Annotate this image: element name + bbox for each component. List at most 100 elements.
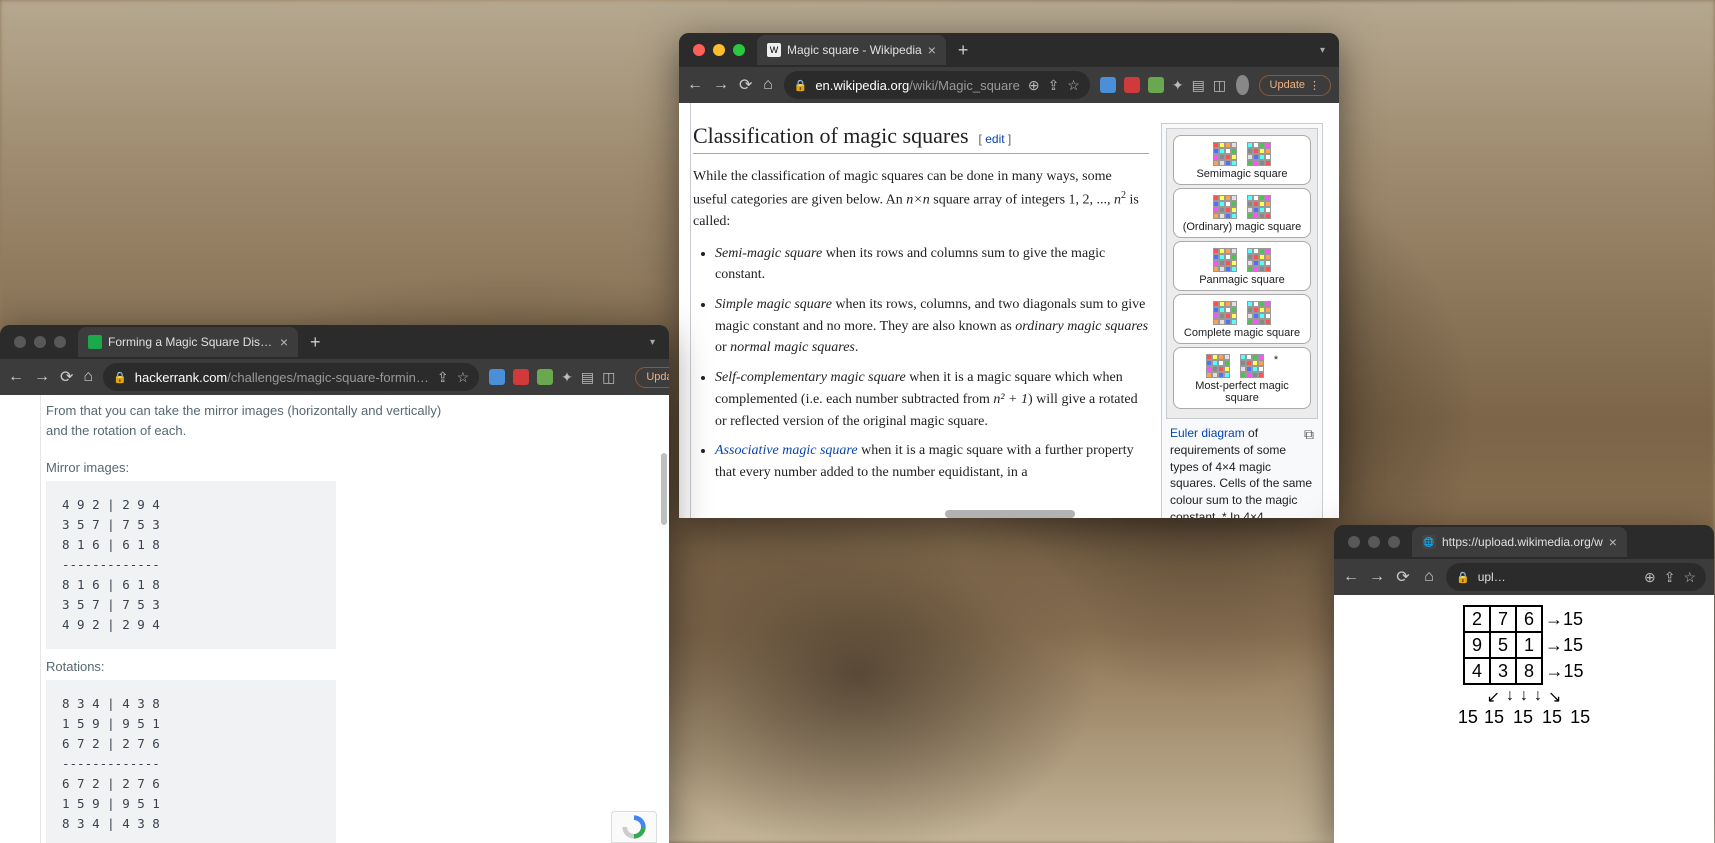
column-sums: 15 15 15 15 15 — [1458, 707, 1590, 728]
extension-icons: ✦ ▤ ◫ — [489, 369, 615, 386]
address-bar[interactable]: 🔒 en.wikipedia.org/wiki/Magic_square ⊕ ⇪… — [784, 71, 1090, 99]
address-bar[interactable]: 🔒 upl… ⊕ ⇪ ☆ — [1446, 563, 1706, 591]
bookmark-icon[interactable]: ☆ — [457, 369, 470, 386]
arrow-row: ↙↓↓↓↘ — [1487, 687, 1562, 707]
lock-icon: 🔒 — [113, 371, 127, 384]
tab-close-button[interactable]: × — [280, 334, 288, 350]
reading-list-icon[interactable]: ▤ — [1192, 77, 1205, 94]
euler-thumbnail[interactable]: Semimagic square (Ordinary) magic square… — [1161, 123, 1323, 518]
tab-overflow-button[interactable]: ▾ — [1314, 45, 1331, 56]
home-button[interactable]: ⌂ — [83, 368, 93, 386]
forward-button[interactable]: → — [34, 368, 50, 386]
extension-icon[interactable] — [537, 369, 553, 385]
update-button[interactable]: Update⋮ — [1259, 75, 1331, 96]
tab-title: Magic square - Wikipedia — [787, 43, 922, 57]
side-panel-icon[interactable]: ◫ — [1213, 77, 1226, 94]
thumbnail-panel: Semimagic square (Ordinary) magic square… — [1161, 123, 1323, 518]
favicon-globe-icon: 🌐 — [1422, 535, 1436, 549]
address-bar[interactable]: 🔒 hackerrank.com/challenges/magic-square… — [103, 363, 479, 391]
traffic-lights — [8, 336, 72, 348]
image-content: 276 →15 951 →15 438 →15 ↙↓↓↓↘ 15 15 15 — [1334, 595, 1714, 843]
bookmark-icon[interactable]: ☆ — [1683, 569, 1696, 586]
extension-icon[interactable] — [1124, 77, 1140, 93]
window-minimize-button[interactable] — [1368, 536, 1380, 548]
extension-icon[interactable] — [1100, 77, 1116, 93]
window-minimize-button[interactable] — [713, 44, 725, 56]
section-heading: Classification of magic squares [ edit ] — [693, 123, 1149, 154]
share-icon[interactable]: ⇪ — [1664, 569, 1676, 586]
favicon-hackerrank-icon — [88, 335, 102, 349]
traffic-lights — [1342, 536, 1406, 548]
mirror-label: Mirror images: — [46, 460, 655, 475]
lock-icon: 🔒 — [794, 79, 808, 92]
lock-icon: 🔒 — [1456, 571, 1470, 584]
tab-close-button[interactable]: × — [1609, 534, 1617, 550]
window-maximize-button[interactable] — [733, 44, 745, 56]
magic-square-table: 276 →15 951 →15 438 →15 — [1463, 605, 1585, 685]
window-close-button[interactable] — [1348, 536, 1360, 548]
window-maximize-button[interactable] — [1388, 536, 1400, 548]
edit-link[interactable]: edit — [985, 132, 1004, 146]
forward-button[interactable]: → — [1368, 568, 1386, 586]
rotations-code-block: 8 3 4 | 4 3 8 1 5 9 | 9 5 1 6 7 2 | 2 7 … — [46, 680, 336, 843]
classification-list: Semi-magic square when its rows and colu… — [693, 243, 1149, 484]
new-tab-button[interactable]: + — [952, 40, 975, 61]
list-item: Semi-magic square when its rows and colu… — [715, 243, 1149, 286]
window-close-button[interactable] — [693, 44, 705, 56]
vertical-scrollbar[interactable] — [661, 453, 667, 525]
tab-close-button[interactable]: × — [928, 42, 936, 58]
traffic-lights — [687, 44, 751, 56]
window-maximize-button[interactable] — [54, 336, 66, 348]
extension-icon[interactable] — [513, 369, 529, 385]
side-panel-icon[interactable]: ◫ — [602, 369, 615, 386]
comment-text: From that you can take the mirror images… — [46, 395, 655, 452]
browser-tab[interactable]: W Magic square - Wikipedia × — [757, 35, 946, 65]
update-button[interactable]: Update⋮ — [635, 367, 669, 388]
back-button[interactable]: ← — [8, 368, 24, 386]
extensions-menu-icon[interactable]: ✦ — [561, 369, 573, 386]
url-text: hackerrank.com/challenges/magic-square-f… — [135, 370, 429, 385]
tab-bar: Forming a Magic Square Discu… × + ▾ — [0, 325, 669, 359]
back-button[interactable]: ← — [1342, 568, 1360, 586]
new-tab-button[interactable]: + — [304, 332, 327, 353]
reload-button[interactable]: ⟳ — [60, 367, 73, 387]
profile-avatar[interactable] — [1236, 75, 1248, 95]
forward-button[interactable]: → — [713, 76, 729, 94]
reload-button[interactable]: ⟳ — [739, 75, 752, 95]
browser-tab[interactable]: 🌐 https://upload.wikimedia.org/w × — [1412, 527, 1627, 557]
home-button[interactable]: ⌂ — [762, 76, 773, 94]
reload-button[interactable]: ⟳ — [1394, 567, 1412, 587]
wikimedia-image-window: 🌐 https://upload.wikimedia.org/w × ← → ⟳… — [1334, 525, 1714, 843]
extension-icon[interactable] — [489, 369, 505, 385]
euler-diagram-link[interactable]: Euler diagram — [1170, 426, 1245, 440]
share-icon[interactable]: ⇪ — [1048, 77, 1060, 94]
zoom-icon[interactable]: ⊕ — [1644, 569, 1656, 586]
tab-bar: 🌐 https://upload.wikimedia.org/w × — [1334, 525, 1714, 559]
window-close-button[interactable] — [14, 336, 26, 348]
extensions-menu-icon[interactable]: ✦ — [1172, 77, 1184, 94]
share-icon[interactable]: ⇪ — [437, 369, 449, 386]
rotations-label: Rotations: — [46, 659, 655, 674]
browser-tab[interactable]: Forming a Magic Square Discu… × — [78, 327, 298, 357]
thumbnail-caption: ⧉ Euler diagram of requirements of some … — [1166, 419, 1318, 518]
window-minimize-button[interactable] — [34, 336, 46, 348]
enlarge-icon[interactable]: ⧉ — [1304, 425, 1314, 445]
extension-icon[interactable] — [1148, 77, 1164, 93]
url-text: upl… — [1478, 570, 1636, 584]
list-item: Self-complementary magic square when it … — [715, 367, 1149, 432]
associative-link[interactable]: Associative magic square — [715, 443, 858, 458]
back-button[interactable]: ← — [687, 76, 703, 94]
section-edit: [ edit ] — [979, 132, 1012, 146]
reading-list-icon[interactable]: ▤ — [581, 369, 594, 386]
tab-title: Forming a Magic Square Discu… — [108, 335, 274, 349]
horizontal-scrollbar[interactable] — [945, 510, 1075, 518]
intro-paragraph: While the classification of magic square… — [693, 166, 1149, 233]
navigation-bar: ← → ⟳ ⌂ 🔒 en.wikipedia.org/wiki/Magic_sq… — [679, 67, 1339, 103]
tab-overflow-button[interactable]: ▾ — [644, 337, 661, 348]
recaptcha-badge[interactable] — [611, 811, 657, 843]
wikipedia-window: W Magic square - Wikipedia × + ▾ ← → ⟳ ⌂… — [679, 33, 1339, 518]
translate-icon[interactable]: ⊕ — [1028, 77, 1040, 94]
home-button[interactable]: ⌂ — [1420, 568, 1438, 586]
bookmark-icon[interactable]: ☆ — [1067, 77, 1080, 94]
navigation-bar: ← → ⟳ ⌂ 🔒 upl… ⊕ ⇪ ☆ — [1334, 559, 1714, 595]
